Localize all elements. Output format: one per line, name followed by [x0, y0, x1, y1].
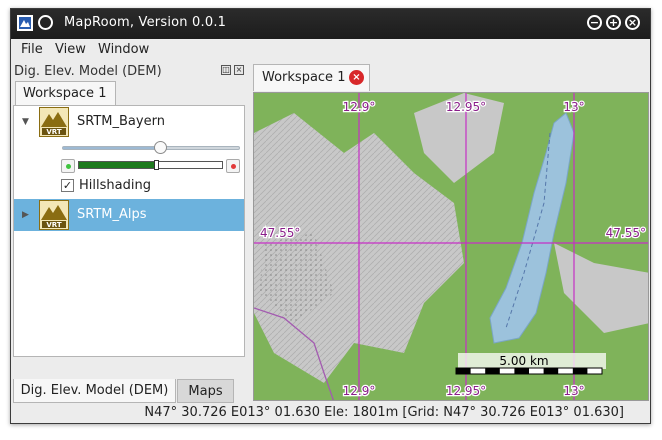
dock-title: Dig. Elev. Model (DEM) [14, 64, 162, 79]
terrain-map[interactable]: 12.9° 12.9° 12.95° 12.95° 13° 13° 47.55° 47.55°… [254, 93, 649, 401]
maximize-button[interactable]: + [606, 15, 621, 30]
longitude-label-top: 12.95° [446, 100, 486, 114]
status-bar: N47° 30.726 E013° 01.630 Ele: 1801m [Gri… [11, 403, 650, 423]
tab-map-workspace[interactable]: Workspace 1 × [253, 64, 370, 91]
opacity-slider-handle[interactable] [153, 141, 167, 154]
vrt-terrain-icon: VRT [39, 200, 69, 230]
tab-workspace[interactable]: Workspace 1 [15, 81, 116, 105]
map-tab-label: Workspace 1 [262, 70, 346, 85]
longitude-label-top: 12.9° [343, 100, 376, 114]
collapsed-arrow-icon[interactable]: ▶ [22, 210, 29, 220]
red-dot-icon [231, 164, 236, 169]
tab-dem[interactable]: Dig. Elev. Model (DEM) [13, 379, 176, 403]
layer-row-srtm-alps[interactable]: ▶ VRT SRTM_Alps [14, 199, 244, 231]
layer-row-srtm-bayern[interactable]: ▼ VRT SRTM_Bayern [14, 106, 244, 138]
longitude-label-bottom: 13° [563, 384, 584, 398]
window-title: MapRoom, Version 0.0.1 [64, 15, 227, 30]
close-tab-icon[interactable]: × [349, 70, 364, 85]
hillshading-checkbox[interactable]: ✓ [61, 179, 74, 192]
range-min-button[interactable] [61, 159, 75, 173]
menu-file[interactable]: File [21, 42, 43, 57]
longitude-label-bottom: 12.95° [446, 384, 486, 398]
close-button[interactable]: × [625, 15, 640, 30]
tab-maps[interactable]: Maps [177, 379, 234, 403]
scale-segment [572, 368, 588, 374]
app-icon [17, 15, 33, 31]
window-menu-icon[interactable] [38, 15, 53, 30]
coordinate-readout: N47° 30.726 E013° 01.630 Ele: 1801m [Gri… [144, 405, 624, 420]
menu-view[interactable]: View [55, 42, 86, 57]
range-handle[interactable] [153, 160, 159, 170]
expand-arrow-icon[interactable]: ▼ [22, 117, 29, 127]
layer-name: SRTM_Bayern [77, 114, 165, 129]
scale-segment [514, 368, 529, 374]
opacity-slider-track[interactable] [62, 146, 240, 150]
latitude-label-left: 47.55° [260, 226, 300, 240]
longitude-label-bottom: 12.9° [343, 384, 376, 398]
minimize-button[interactable]: − [587, 15, 602, 30]
vrt-terrain-icon: VRT [39, 107, 69, 137]
range-fill [79, 162, 156, 168]
hillshading-label: Hillshading [79, 178, 151, 193]
range-max-button[interactable] [226, 159, 240, 173]
scale-label: 5.00 km [499, 354, 548, 368]
dock-float-icon[interactable]: ◫ [221, 65, 231, 75]
vrt-badge-text: VRT [46, 128, 61, 136]
green-dot-icon [66, 164, 71, 169]
layer-tree: ▼ VRT SRTM_Bayern ✓ Hillshading ▶ VRT SR… [13, 105, 245, 357]
vrt-badge-text: VRT [46, 221, 61, 229]
scale-segment [543, 368, 559, 374]
menu-bar: File View Window [11, 39, 650, 61]
layer-dock: Dig. Elev. Model (DEM) ◫ × Workspace 1 ▼… [11, 61, 251, 403]
title-bar[interactable]: MapRoom, Version 0.0.1 − + × [11, 9, 650, 39]
scale-segment [485, 368, 500, 374]
layer-name: SRTM_Alps [77, 207, 147, 222]
scale-bar: 5.00 km [455, 353, 606, 375]
map-canvas[interactable]: 12.9° 12.9° 12.95° 12.95° 13° 13° 47.55° 47.55°… [253, 92, 649, 401]
opacity-slider-fill [63, 147, 161, 149]
elevation-range-slider[interactable] [78, 160, 223, 170]
latitude-label-right: 47.55° [606, 226, 646, 240]
app-window: MapRoom, Version 0.0.1 − + × File View W… [10, 8, 651, 424]
longitude-label-top: 13° [563, 100, 584, 114]
scale-segment [456, 368, 471, 374]
dock-close-icon[interactable]: × [234, 65, 244, 75]
menu-window[interactable]: Window [98, 42, 149, 57]
